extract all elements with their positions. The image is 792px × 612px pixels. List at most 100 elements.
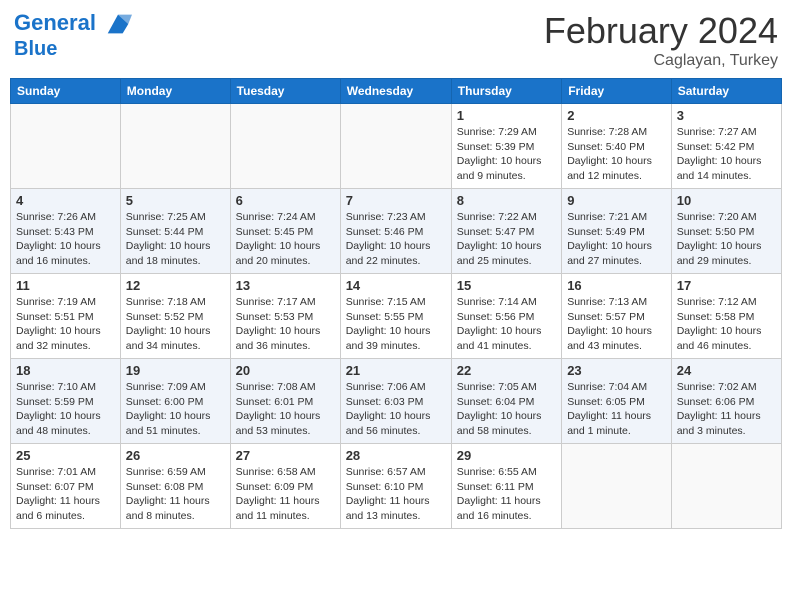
day-info: Sunrise: 7:15 AM Sunset: 5:55 PM Dayligh… xyxy=(346,295,446,354)
day-info: Sunrise: 7:21 AM Sunset: 5:49 PM Dayligh… xyxy=(567,210,666,269)
calendar-cell xyxy=(11,104,121,189)
day-number: 5 xyxy=(126,193,225,208)
calendar-title: February 2024 xyxy=(544,10,778,52)
column-header-sunday: Sunday xyxy=(11,79,121,104)
calendar-cell: 15 Sunrise: 7:14 AM Sunset: 5:56 PM Dayli… xyxy=(451,274,561,359)
day-number: 3 xyxy=(677,108,776,123)
day-info: Sunrise: 7:24 AM Sunset: 5:45 PM Dayligh… xyxy=(236,210,335,269)
day-number: 9 xyxy=(567,193,666,208)
calendar-cell: 11 Sunrise: 7:19 AM Sunset: 5:51 PM Dayli… xyxy=(11,274,121,359)
day-number: 17 xyxy=(677,278,776,293)
calendar-cell: 22 Sunrise: 7:05 AM Sunset: 6:04 PM Dayli… xyxy=(451,359,561,444)
day-number: 7 xyxy=(346,193,446,208)
day-info: Sunrise: 7:08 AM Sunset: 6:01 PM Dayligh… xyxy=(236,380,335,439)
day-number: 2 xyxy=(567,108,666,123)
day-info: Sunrise: 7:23 AM Sunset: 5:46 PM Dayligh… xyxy=(346,210,446,269)
day-info: Sunrise: 7:01 AM Sunset: 6:07 PM Dayligh… xyxy=(16,465,115,524)
day-number: 21 xyxy=(346,363,446,378)
day-info: Sunrise: 7:14 AM Sunset: 5:56 PM Dayligh… xyxy=(457,295,556,354)
day-number: 14 xyxy=(346,278,446,293)
calendar-cell: 10Sunrise: 7:20 AM Sunset: 5:50 PM Dayli… xyxy=(671,189,781,274)
day-number: 20 xyxy=(236,363,335,378)
column-header-wednesday: Wednesday xyxy=(340,79,451,104)
day-info: Sunrise: 7:29 AM Sunset: 5:39 PM Dayligh… xyxy=(457,125,556,184)
day-info: Sunrise: 7:18 AM Sunset: 5:52 PM Dayligh… xyxy=(126,295,225,354)
day-number: 6 xyxy=(236,193,335,208)
calendar-cell: 19 Sunrise: 7:09 AM Sunset: 6:00 PM Dayli… xyxy=(120,359,230,444)
calendar-cell: 12 Sunrise: 7:18 AM Sunset: 5:52 PM Dayli… xyxy=(120,274,230,359)
day-info: Sunrise: 7:09 AM Sunset: 6:00 PM Dayligh… xyxy=(126,380,225,439)
day-number: 23 xyxy=(567,363,666,378)
day-info: Sunrise: 7:05 AM Sunset: 6:04 PM Dayligh… xyxy=(457,380,556,439)
calendar-cell xyxy=(340,104,451,189)
calendar-cell: 29 Sunrise: 6:55 AM Sunset: 6:11 PM Dayli… xyxy=(451,444,561,529)
page-header: General Blue February 2024 Caglayan, Tur… xyxy=(10,10,782,70)
calendar-cell: 5 Sunrise: 7:25 AM Sunset: 5:44 PM Daylig… xyxy=(120,189,230,274)
day-number: 25 xyxy=(16,448,115,463)
day-info: Sunrise: 7:04 AM Sunset: 6:05 PM Dayligh… xyxy=(567,380,666,439)
logo: General Blue xyxy=(14,10,132,60)
title-block: February 2024 Caglayan, Turkey xyxy=(544,10,778,70)
day-info: Sunrise: 7:17 AM Sunset: 5:53 PM Dayligh… xyxy=(236,295,335,354)
calendar-cell: 28 Sunrise: 6:57 AM Sunset: 6:10 PM Dayli… xyxy=(340,444,451,529)
calendar-cell: 26 Sunrise: 6:59 AM Sunset: 6:08 PM Dayli… xyxy=(120,444,230,529)
day-number: 13 xyxy=(236,278,335,293)
day-info: Sunrise: 7:27 AM Sunset: 5:42 PM Dayligh… xyxy=(677,125,776,184)
column-header-monday: Monday xyxy=(120,79,230,104)
day-info: Sunrise: 6:57 AM Sunset: 6:10 PM Dayligh… xyxy=(346,465,446,524)
calendar-cell: 9 Sunrise: 7:21 AM Sunset: 5:49 PM Daylig… xyxy=(562,189,672,274)
day-number: 12 xyxy=(126,278,225,293)
day-number: 29 xyxy=(457,448,556,463)
calendar-cell: 25 Sunrise: 7:01 AM Sunset: 6:07 PM Dayli… xyxy=(11,444,121,529)
day-info: Sunrise: 7:25 AM Sunset: 5:44 PM Dayligh… xyxy=(126,210,225,269)
calendar-cell: 18Sunrise: 7:10 AM Sunset: 5:59 PM Dayli… xyxy=(11,359,121,444)
calendar-cell: 23 Sunrise: 7:04 AM Sunset: 6:05 PM Dayli… xyxy=(562,359,672,444)
day-number: 1 xyxy=(457,108,556,123)
column-header-tuesday: Tuesday xyxy=(230,79,340,104)
calendar-cell: 17 Sunrise: 7:12 AM Sunset: 5:58 PM Dayli… xyxy=(671,274,781,359)
day-info: Sunrise: 7:06 AM Sunset: 6:03 PM Dayligh… xyxy=(346,380,446,439)
day-info: Sunrise: 7:19 AM Sunset: 5:51 PM Dayligh… xyxy=(16,295,115,354)
day-info: Sunrise: 7:28 AM Sunset: 5:40 PM Dayligh… xyxy=(567,125,666,184)
calendar-cell xyxy=(230,104,340,189)
day-info: Sunrise: 6:55 AM Sunset: 6:11 PM Dayligh… xyxy=(457,465,556,524)
day-number: 24 xyxy=(677,363,776,378)
calendar-table: SundayMondayTuesdayWednesdayThursdayFrid… xyxy=(10,78,782,529)
calendar-subtitle: Caglayan, Turkey xyxy=(544,52,778,70)
day-number: 18 xyxy=(16,363,115,378)
column-header-thursday: Thursday xyxy=(451,79,561,104)
day-number: 15 xyxy=(457,278,556,293)
calendar-cell: 24Sunrise: 7:02 AM Sunset: 6:06 PM Dayli… xyxy=(671,359,781,444)
calendar-cell: 3 Sunrise: 7:27 AM Sunset: 5:42 PM Daylig… xyxy=(671,104,781,189)
calendar-cell xyxy=(671,444,781,529)
day-number: 16 xyxy=(567,278,666,293)
day-number: 28 xyxy=(346,448,446,463)
day-number: 26 xyxy=(126,448,225,463)
day-number: 11 xyxy=(16,278,115,293)
column-header-saturday: Saturday xyxy=(671,79,781,104)
day-info: Sunrise: 7:12 AM Sunset: 5:58 PM Dayligh… xyxy=(677,295,776,354)
day-info: Sunrise: 7:20 AM Sunset: 5:50 PM Dayligh… xyxy=(677,210,776,269)
calendar-cell: 13 Sunrise: 7:17 AM Sunset: 5:53 PM Dayli… xyxy=(230,274,340,359)
calendar-cell: 8 Sunrise: 7:22 AM Sunset: 5:47 PM Daylig… xyxy=(451,189,561,274)
day-number: 19 xyxy=(126,363,225,378)
day-info: Sunrise: 7:26 AM Sunset: 5:43 PM Dayligh… xyxy=(16,210,115,269)
calendar-cell: 27 Sunrise: 6:58 AM Sunset: 6:09 PM Dayli… xyxy=(230,444,340,529)
calendar-cell xyxy=(562,444,672,529)
calendar-cell: 4 Sunrise: 7:26 AM Sunset: 5:43 PM Daylig… xyxy=(11,189,121,274)
logo-text: General xyxy=(14,10,132,38)
calendar-cell: 21 Sunrise: 7:06 AM Sunset: 6:03 PM Dayli… xyxy=(340,359,451,444)
day-info: Sunrise: 7:22 AM Sunset: 5:47 PM Dayligh… xyxy=(457,210,556,269)
calendar-cell: 14 Sunrise: 7:15 AM Sunset: 5:55 PM Dayli… xyxy=(340,274,451,359)
calendar-cell: 16 Sunrise: 7:13 AM Sunset: 5:57 PM Dayli… xyxy=(562,274,672,359)
calendar-cell: 7 Sunrise: 7:23 AM Sunset: 5:46 PM Daylig… xyxy=(340,189,451,274)
day-info: Sunrise: 7:13 AM Sunset: 5:57 PM Dayligh… xyxy=(567,295,666,354)
day-number: 27 xyxy=(236,448,335,463)
calendar-cell xyxy=(120,104,230,189)
day-info: Sunrise: 6:58 AM Sunset: 6:09 PM Dayligh… xyxy=(236,465,335,524)
day-info: Sunrise: 6:59 AM Sunset: 6:08 PM Dayligh… xyxy=(126,465,225,524)
logo-line2: Blue xyxy=(14,38,132,60)
day-number: 22 xyxy=(457,363,556,378)
day-number: 8 xyxy=(457,193,556,208)
day-number: 4 xyxy=(16,193,115,208)
